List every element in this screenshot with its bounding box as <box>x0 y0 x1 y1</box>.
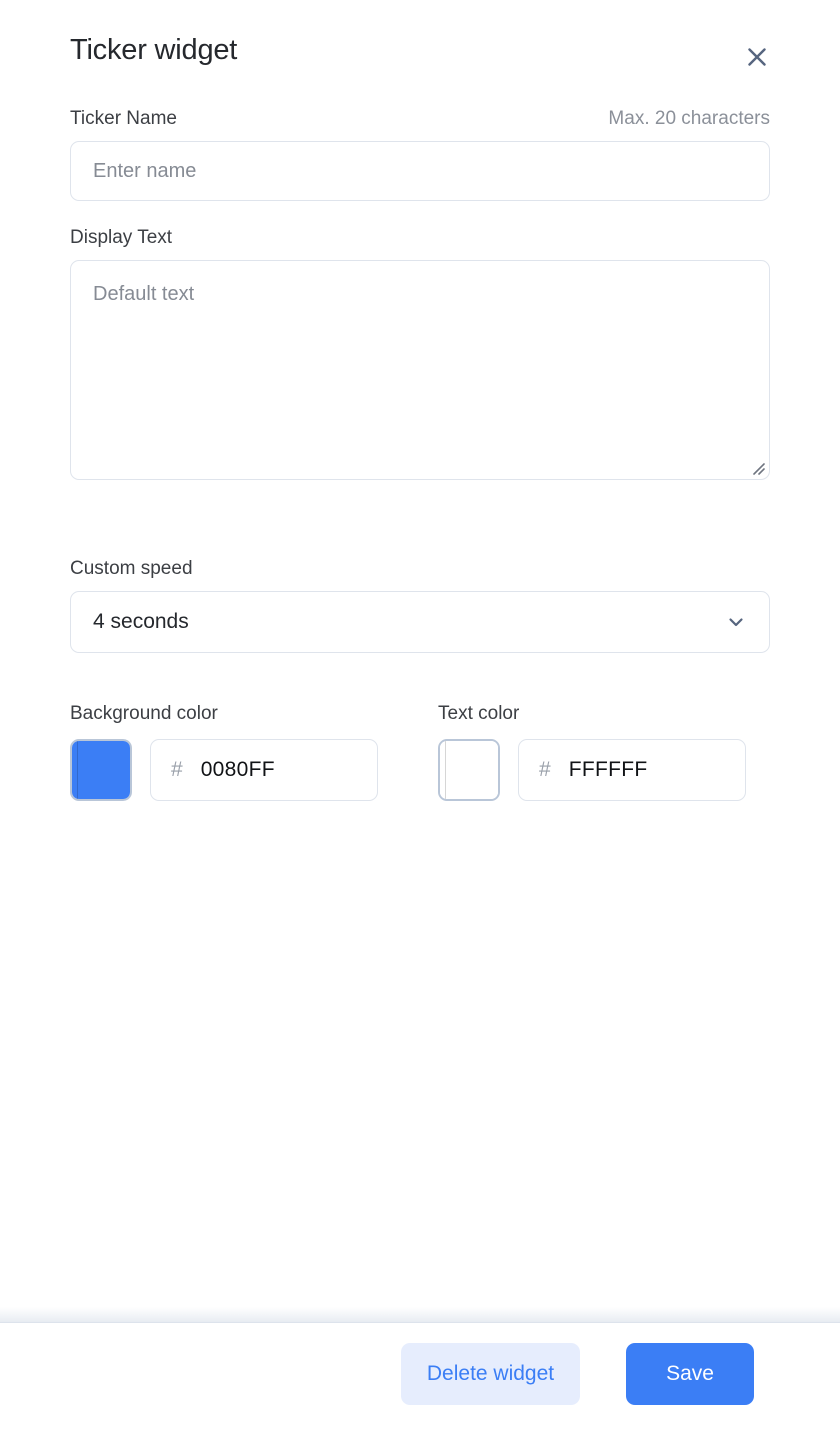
save-button[interactable]: Save <box>626 1342 754 1405</box>
display-text-label-row: Display Text <box>70 225 770 251</box>
background-color-label: Background color <box>70 703 218 724</box>
hash-icon: # <box>171 758 183 781</box>
delete-widget-button[interactable]: Delete widget <box>400 1342 581 1405</box>
text-color-label: Text color <box>438 703 520 724</box>
dialog-footer: Delete widget Save <box>0 1307 840 1440</box>
text-color-controls: # FFFFFF <box>438 739 768 801</box>
ticker-name-hint: Max. 20 characters <box>608 108 770 129</box>
custom-speed-label: Custom speed <box>70 558 193 579</box>
background-hex-value: 0080FF <box>200 758 275 781</box>
close-button[interactable] <box>738 38 776 76</box>
hash-icon: # <box>539 758 551 781</box>
custom-speed-value: 4 seconds <box>93 610 189 633</box>
ticker-name-input[interactable] <box>70 141 770 201</box>
custom-speed-select-wrapper: 4 seconds <box>70 591 770 653</box>
close-icon <box>746 46 768 68</box>
background-swatch-edge <box>77 741 78 799</box>
text-hex-input[interactable]: # FFFFFF <box>518 739 746 801</box>
ticker-name-label-row: Ticker Name Max. 20 characters <box>70 106 770 132</box>
display-text-textarea[interactable] <box>70 260 770 480</box>
text-hex-value: FFFFFF <box>568 758 648 781</box>
ticker-widget-dialog: Ticker widget Ticker Name Max. 20 charac… <box>0 0 840 1440</box>
chevron-down-icon <box>725 611 747 633</box>
page-title: Ticker widget <box>70 34 238 66</box>
dialog-header: Ticker widget <box>0 0 840 106</box>
text-color-swatch[interactable] <box>438 739 500 801</box>
display-text-label: Display Text <box>70 227 173 248</box>
display-text-wrapper <box>70 260 770 480</box>
ticker-name-label: Ticker Name <box>70 108 177 129</box>
custom-speed-select[interactable]: 4 seconds <box>70 591 770 653</box>
text-swatch-fill <box>440 741 498 799</box>
background-color-swatch[interactable] <box>70 739 132 801</box>
background-hex-input[interactable]: # 0080FF <box>150 739 378 801</box>
background-color-controls: # 0080FF <box>70 739 438 801</box>
dialog-body: Ticker Name Max. 20 characters Display T… <box>0 106 840 1307</box>
custom-speed-label-row: Custom speed <box>70 556 770 582</box>
text-color-group: Text color # FFFFFF <box>438 701 768 801</box>
background-color-group: Background color # 0080FF <box>70 701 438 801</box>
footer-divider <box>0 1307 840 1323</box>
text-swatch-edge <box>445 741 446 799</box>
background-swatch-fill <box>72 741 130 799</box>
color-section: Background color # 0080FF Text color # F… <box>70 701 770 801</box>
